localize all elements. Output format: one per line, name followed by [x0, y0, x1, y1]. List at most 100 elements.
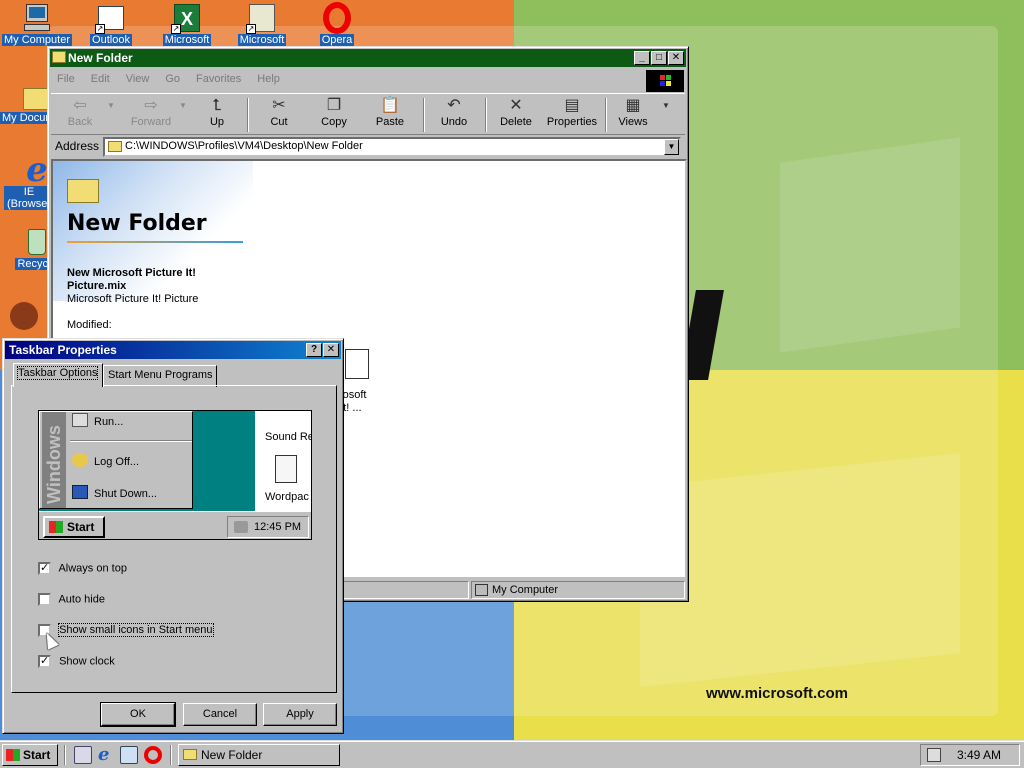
- tray-clock[interactable]: 3:49 AM: [957, 745, 1001, 765]
- checkbox-label: Always on top: [58, 562, 127, 575]
- desktop-icon-partial[interactable]: [0, 302, 48, 330]
- desktop-icon-outlook[interactable]: ↗ Outlook: [74, 2, 148, 46]
- menu-go[interactable]: Go: [165, 73, 180, 85]
- desktop-icon-label: Microsoft: [237, 34, 287, 46]
- dialog-titlebar[interactable]: Taskbar Properties ? ✕: [5, 341, 341, 359]
- undo-button[interactable]: ↶ Undo: [431, 96, 477, 134]
- chevron-down-icon: ▼: [179, 101, 187, 110]
- show-desktop-icon[interactable]: [74, 746, 92, 764]
- checkbox-show-clock[interactable]: [38, 654, 51, 668]
- menu-file[interactable]: File: [57, 73, 75, 85]
- picture-it-icon: ↗: [246, 2, 278, 34]
- menu-favorites[interactable]: Favorites: [196, 73, 241, 85]
- shutdown-icon: [72, 485, 88, 499]
- copy-icon: ❐: [326, 97, 342, 114]
- address-input[interactable]: C:\WINDOWS\Profiles\VM4\Desktop\New Fold…: [103, 137, 681, 157]
- folder-icon: [67, 179, 99, 203]
- outlook-icon: ↗: [95, 2, 127, 34]
- title-divider: [67, 241, 243, 243]
- undo-icon: ↶: [447, 97, 461, 114]
- option-show-clock[interactable]: Show clock: [38, 654, 115, 668]
- paste-button[interactable]: 📋 Paste: [367, 96, 413, 134]
- preview-menu-item-run: Run...: [72, 413, 124, 428]
- menu-edit[interactable]: Edit: [91, 73, 110, 85]
- views-dropdown[interactable]: ▼: [659, 96, 673, 134]
- properties-button[interactable]: ▤ Properties: [543, 96, 601, 134]
- toolbar-separator: [485, 98, 487, 132]
- chevron-down-icon: ▼: [662, 101, 670, 110]
- explorer-titlebar[interactable]: New Folder _ □ ✕: [50, 49, 686, 67]
- folder-icon: [52, 51, 66, 63]
- views-button[interactable]: ▦ Views: [613, 96, 653, 134]
- minimize-button[interactable]: _: [634, 51, 650, 65]
- help-button[interactable]: ?: [306, 343, 322, 357]
- application-icon: [10, 302, 38, 330]
- cut-label: Cut: [270, 116, 288, 128]
- desktop-icon-picture-it[interactable]: ↗ Microsoft: [225, 2, 299, 46]
- up-button[interactable]: ⮤ Up: [197, 96, 237, 134]
- picture-file-icon[interactable]: [345, 349, 369, 379]
- desktop-icon-label-line: (Browser: [6, 198, 51, 210]
- forward-label: Forward: [130, 116, 172, 128]
- toolbar-separator: [423, 98, 425, 132]
- preview-menu-label: Run...: [94, 416, 124, 428]
- preview-menu-item-shutdown: Shut Down...: [72, 485, 157, 500]
- checkbox-always-on-top[interactable]: [38, 561, 51, 575]
- close-button[interactable]: ✕: [668, 51, 684, 65]
- back-dropdown[interactable]: ▼: [105, 96, 117, 134]
- outlook-express-icon[interactable]: [120, 746, 138, 764]
- views-grid-icon: ▦: [625, 97, 641, 114]
- properties-label: Properties: [546, 116, 598, 128]
- wallpaper-website-text: www.microsoft.com: [706, 685, 848, 702]
- delete-button[interactable]: ✕ Delete: [493, 96, 539, 134]
- cancel-button[interactable]: Cancel: [183, 703, 257, 726]
- opera-icon[interactable]: [144, 746, 162, 764]
- preview-menu-separator: [70, 440, 192, 442]
- taskbar-separator: [170, 745, 172, 765]
- preview-taskbar: Start 12:45 PM: [39, 511, 311, 539]
- status-location: My Computer: [492, 584, 559, 596]
- tab-label: Start Menu Programs: [108, 369, 213, 381]
- apply-button[interactable]: Apply: [263, 703, 337, 726]
- start-button[interactable]: Start: [2, 744, 58, 766]
- paste-label: Paste: [375, 116, 405, 128]
- desktop-icon-my-computer[interactable]: My Computer: [0, 2, 74, 46]
- menu-help[interactable]: Help: [257, 73, 280, 85]
- status-location-cell: My Computer: [471, 581, 685, 599]
- address-dropdown-button[interactable]: ▼: [664, 139, 679, 155]
- internet-explorer-icon[interactable]: e: [98, 746, 116, 764]
- option-show-small-icons[interactable]: Show small icons in Start menu: [38, 623, 214, 638]
- checkbox-auto-hide[interactable]: [38, 593, 51, 606]
- preview-menu-item-logoff: Log Off...: [72, 453, 140, 468]
- option-always-on-top[interactable]: Always on top: [38, 561, 127, 575]
- tab-taskbar-options[interactable]: Taskbar Options: [13, 363, 103, 387]
- ok-button[interactable]: OK: [100, 702, 176, 727]
- maximize-button[interactable]: □: [651, 51, 667, 65]
- tab-label: Taskbar Options: [16, 366, 99, 380]
- folder-title: New Folder: [67, 211, 207, 236]
- taskbar: Start e New Folder 3:49 AM: [0, 740, 1024, 768]
- views-label: Views: [618, 116, 648, 128]
- address-label: Address: [55, 139, 100, 153]
- close-button[interactable]: ✕: [323, 343, 339, 357]
- system-tray: 3:49 AM: [920, 744, 1020, 766]
- forward-dropdown[interactable]: ▼: [177, 96, 189, 134]
- desktop-icon-excel[interactable]: X ↗ Microsoft: [150, 2, 224, 46]
- checkbox-label: Auto hide: [58, 593, 105, 606]
- menu-view[interactable]: View: [126, 73, 150, 85]
- my-computer-icon: [475, 584, 488, 596]
- task-scheduler-icon[interactable]: [927, 748, 941, 762]
- tab-start-menu-programs[interactable]: Start Menu Programs: [103, 365, 217, 387]
- option-auto-hide[interactable]: Auto hide: [38, 593, 105, 606]
- taskbar-properties-dialog[interactable]: Taskbar Properties ? ✕ Taskbar Options S…: [2, 338, 344, 734]
- preview-menu-label: Log Off...: [94, 456, 140, 468]
- back-button[interactable]: ⇦ Back: [57, 96, 103, 134]
- taskbar-button-new-folder[interactable]: New Folder: [178, 744, 340, 766]
- copy-button[interactable]: ❐ Copy: [311, 96, 357, 134]
- desktop-icon-opera[interactable]: Opera: [300, 2, 374, 46]
- cut-button[interactable]: ✂ Cut: [257, 96, 301, 134]
- preview-icon-label: Sound Re: [265, 431, 312, 443]
- preview-clock: 12:45 PM: [227, 516, 309, 538]
- forward-button[interactable]: ⇨ Forward: [123, 96, 179, 134]
- excel-icon: X ↗: [171, 2, 203, 34]
